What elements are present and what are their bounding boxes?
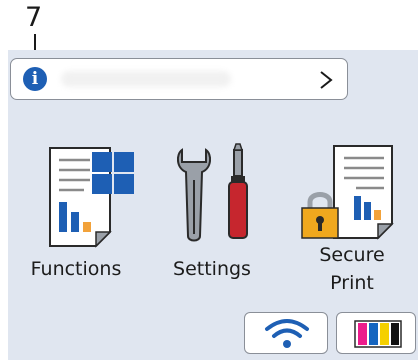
settings-icon xyxy=(176,143,248,242)
secure-print-label-line1: Secure xyxy=(319,244,385,266)
info-icon: i xyxy=(23,67,47,91)
secure-print-icon xyxy=(301,145,394,240)
ink-levels-button[interactable] xyxy=(336,312,416,354)
touchscreen: i Functions Settings Secure Print xyxy=(8,50,418,360)
secure-print-button[interactable]: Secure Print xyxy=(292,140,412,294)
functions-label: Functions xyxy=(30,258,122,280)
information-bar[interactable]: i xyxy=(10,58,348,100)
settings-label: Settings xyxy=(173,258,251,280)
settings-button[interactable]: Settings xyxy=(152,140,272,290)
ink-levels-icon xyxy=(354,320,402,348)
info-message-blurred xyxy=(61,71,231,87)
callout-number: 7 xyxy=(25,2,43,33)
wifi-icon xyxy=(265,319,309,348)
functions-button[interactable]: Functions xyxy=(16,140,136,290)
wifi-button[interactable] xyxy=(244,312,328,354)
chevron-right-icon xyxy=(320,71,333,89)
secure-print-label-line2: Print xyxy=(330,272,374,294)
functions-icon xyxy=(49,147,134,248)
